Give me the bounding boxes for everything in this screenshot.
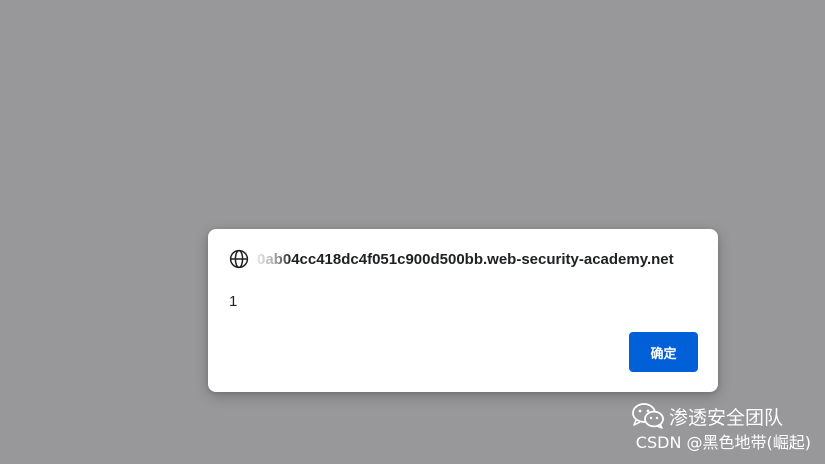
watermark-title-row: 渗透安全团队 [631, 402, 783, 430]
globe-icon [228, 249, 249, 270]
ok-button[interactable]: 确定 [629, 332, 698, 372]
watermark-credit: CSDN @黑色地带(崛起) [635, 433, 811, 452]
watermark-name: 渗透安全团队 [668, 406, 783, 429]
alert-dialog: 0ab04cc418dc4f051c900d500bb.web-security… [208, 229, 718, 392]
dialog-header: 0ab04cc418dc4f051c900d500bb.web-security… [228, 248, 700, 270]
wechat-icon [631, 402, 665, 430]
dialog-origin: 0ab04cc418dc4f051c900d500bb.web-security… [257, 250, 674, 268]
watermark: 渗透安全团队 CSDN @黑色地带(崛起) [511, 396, 811, 456]
dialog-message: 1 [229, 293, 238, 310]
